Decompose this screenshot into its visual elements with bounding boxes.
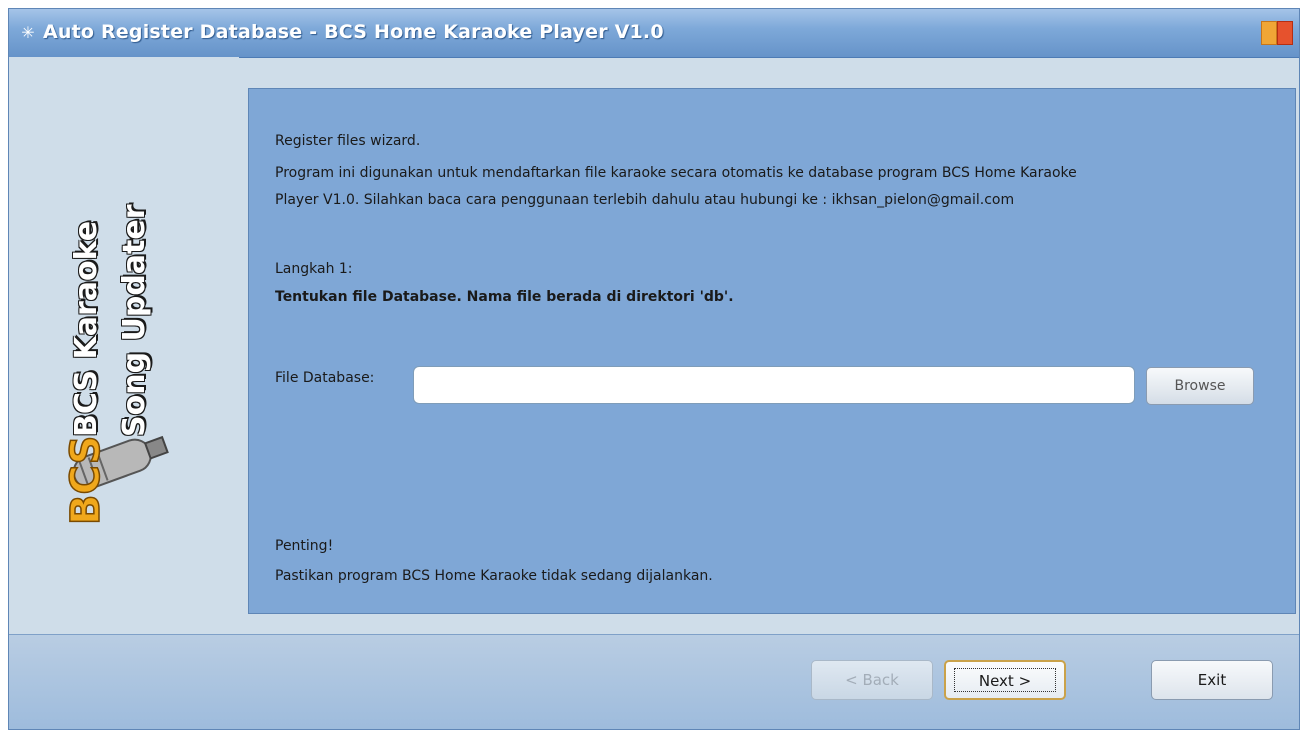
- svg-text:BCS: BCS: [63, 436, 109, 525]
- step-label: Langkah 1:: [275, 261, 353, 277]
- next-button[interactable]: Next >: [944, 660, 1066, 700]
- close-button[interactable]: [1277, 21, 1293, 45]
- description-line-2: Player V1.0. Silahkan baca cara pengguna…: [275, 192, 1015, 208]
- file-database-input[interactable]: [413, 366, 1135, 404]
- app-icon: ✳: [21, 23, 35, 42]
- wizard-heading: Register files wizard.: [275, 133, 421, 149]
- minimize-button[interactable]: [1261, 21, 1277, 45]
- step-instruction: Tentukan file Database. Nama file berada…: [275, 289, 734, 305]
- sidebar: BCS Karaoke Song Updater BCS: [9, 57, 239, 631]
- footer-bar: < Back Next > Exit: [9, 634, 1299, 729]
- title-bar[interactable]: ✳ Auto Register Database - BCS Home Kara…: [9, 9, 1299, 58]
- file-database-label: File Database:: [275, 370, 375, 386]
- wizard-content-panel: Register files wizard. Program ini digun…: [248, 88, 1296, 614]
- note-title: Penting!: [275, 538, 334, 554]
- back-button[interactable]: < Back: [811, 660, 933, 700]
- window-title: Auto Register Database - BCS Home Karaok…: [43, 21, 664, 43]
- focus-rectangle: [954, 668, 1056, 692]
- brand-line-1: BCS Karaoke: [69, 220, 104, 437]
- bcs-microphone-logo: BCS: [62, 435, 169, 526]
- note-text: Pastikan program BCS Home Karaoke tidak …: [275, 568, 713, 584]
- window-controls: [1261, 21, 1293, 45]
- brand-line-2: Song Updater: [117, 204, 152, 437]
- description-line-1: Program ini digunakan untuk mendaftarkan…: [275, 165, 1077, 181]
- wizard-window: ✳ Auto Register Database - BCS Home Kara…: [8, 8, 1300, 730]
- exit-button[interactable]: Exit: [1151, 660, 1273, 700]
- browse-button[interactable]: Browse: [1146, 367, 1254, 405]
